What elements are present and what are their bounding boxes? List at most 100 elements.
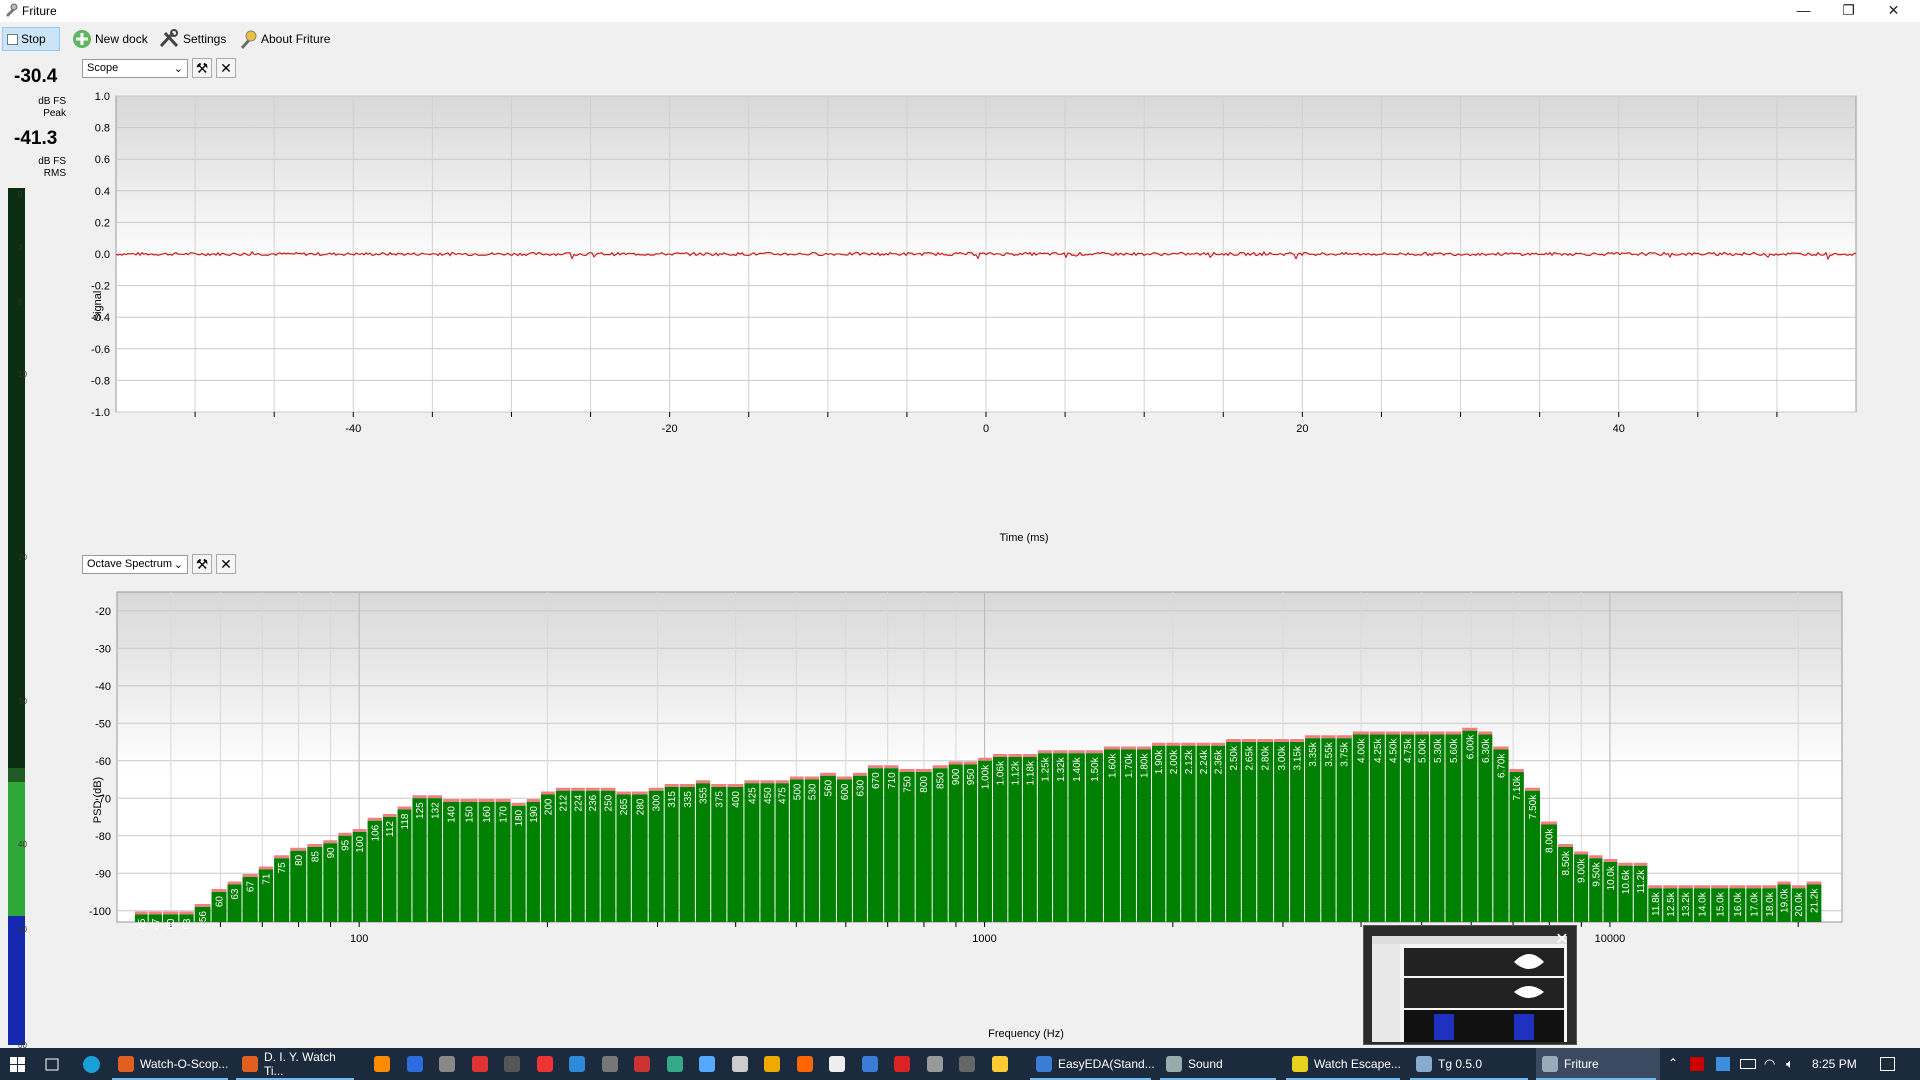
scope-y-axis-label: Signal [92,291,104,322]
pinned-app-icon[interactable] [536,1056,553,1072]
spectrum-peak-mark [992,754,1008,757]
battery-icon[interactable] [1740,1059,1756,1069]
pinned-app-icon[interactable] [991,1056,1008,1072]
taskbar-item[interactable]: D. I. Y. Watch Ti... [236,1048,358,1080]
spectrum-widget-select[interactable]: Octave Spectrum ⌄ [82,554,188,574]
pinned-app-icon[interactable] [601,1056,618,1072]
spectrum-peak-mark [1524,787,1541,791]
spectrum-peak-mark [1274,739,1290,742]
taskbar-item[interactable]: Sound [1160,1048,1280,1080]
dropbox-icon[interactable] [1716,1057,1730,1071]
close-icon: ✕ [220,555,232,572]
spectrum-peak-mark [600,787,616,791]
spectrum-bar-label: 50 [166,918,177,930]
preview-close-button[interactable]: ✕ [1550,928,1574,952]
spectrum-bar-label: 190 [529,806,540,823]
pinned-app-icon[interactable] [796,1056,813,1072]
spectrum-peak-mark [258,866,274,870]
tray-chevron-icon[interactable]: ⌃ [1668,1056,1678,1070]
scope-y-tick-label: 1.0 [95,91,110,103]
notifications-icon[interactable] [1880,1057,1895,1071]
pinned-app-icon[interactable] [406,1056,423,1072]
spectrum-bar-label: 5.60k [1449,738,1460,763]
volume-icon[interactable]: 🔈︎ [1786,1056,1794,1072]
taskbar-item[interactable]: Watch-O-Scop... [112,1048,232,1080]
spectrum-peak-mark [1791,885,1806,889]
pinned-app-icon[interactable] [699,1056,715,1072]
spectrum-peak-mark [1136,746,1152,750]
pinned-app-icon[interactable] [926,1056,943,1072]
spectrum-bar-label: 3.55k [1324,741,1335,766]
spectrum-peak-mark [460,799,478,802]
settings-button[interactable]: Settings [154,27,230,51]
spectrum-bar-label: 950 [966,768,977,785]
spectrum-bar-label: 355 [699,787,710,804]
taskbar-item-label: EasyEDA(Stand... [1058,1057,1155,1071]
spectrum-peak-mark [211,889,227,892]
spectrum-peak-mark [162,911,179,915]
spectrum-settings-button[interactable]: ⚒ [192,554,212,574]
pinned-app-icon[interactable] [471,1056,488,1072]
spectrum-bar-label: 900 [951,768,962,785]
spectrum-bar-label: 1.90k [1154,749,1165,774]
spectrum-peak-mark [631,791,648,795]
pinned-app-icon[interactable] [504,1056,520,1072]
spectrum-peak-mark [179,911,194,915]
about-button[interactable]: About Friture [234,27,334,51]
spectrum-bar-label: 106 [370,824,381,841]
taskbar-item[interactable]: Tg 0.5.0 [1410,1048,1532,1080]
meter-tick-label: 20 [18,553,27,563]
minimize-button[interactable]: — [1781,0,1826,22]
preview-image [1372,936,1567,1042]
taskbar-preview-thumbnail[interactable]: ✕ [1363,925,1577,1045]
taskbar-item[interactable]: Watch Escape... [1286,1048,1404,1080]
spectrum-peak-mark [1633,862,1648,866]
spectrum-bar-label: 224 [574,794,585,811]
new-dock-button[interactable]: New dock [68,27,152,51]
wifi-icon[interactable]: ◠ [1764,1056,1775,1072]
tray-app-icon[interactable] [1690,1057,1704,1071]
pinned-app-icon[interactable] [861,1056,878,1072]
spectrum-peak-mark [1120,746,1136,750]
spectrum-y-tick-label: -40 [95,681,111,693]
clock[interactable]: 8:25 PM [1812,1057,1857,1071]
spectrum-bar-label: 2.36k [1214,749,1225,774]
pinned-app-icon[interactable] [569,1056,585,1072]
pinned-app-icon[interactable] [959,1056,975,1072]
pinned-app-icon[interactable] [374,1056,390,1072]
pinned-app-icon[interactable] [829,1056,845,1072]
spectrum-bar-label: 450 [763,787,774,804]
taskbar-item-label: Sound [1188,1057,1223,1071]
pinned-app-icon[interactable] [666,1056,683,1072]
spectrum-close-button[interactable]: ✕ [216,554,236,574]
stop-button[interactable]: Stop [2,27,60,51]
rms-unit: dB FS [38,156,66,167]
pinned-app-icon[interactable] [894,1056,910,1072]
meter-tick-label: 0 [18,190,23,199]
edge-browser-icon[interactable] [83,1056,100,1073]
pinned-app-icon[interactable] [439,1056,455,1072]
close-button[interactable]: ✕ [1871,0,1916,22]
taskbar-item[interactable]: EasyEDA(Stand... [1030,1048,1155,1080]
meter-tick-label: 50 [18,925,27,934]
spectrum-bar-label: 3.15k [1293,745,1304,770]
windows-start-icon[interactable] [10,1057,25,1072]
taskbar-item[interactable]: Friture [1536,1048,1660,1080]
spectrum-bar-label: 75 [277,862,288,874]
pinned-app-icon[interactable] [764,1056,780,1072]
scope-close-button[interactable]: ✕ [216,58,236,78]
spectrum-bar-label: 19.0k [1780,888,1791,913]
scope-widget-select[interactable]: Scope ⌄ [82,58,188,78]
spectrum-peak-mark [727,784,744,787]
spectrum-bar-label: 750 [903,776,914,793]
taskbar: Watch-O-Scop... D. I. Y. Watch Ti... EasyE… [0,1048,1920,1080]
pinned-app-icon[interactable] [634,1056,650,1072]
restore-button[interactable]: ❐ [1826,0,1871,22]
spectrum-bar-label: 2.50k [1229,745,1240,770]
pinned-app-icon[interactable] [731,1056,748,1072]
scope-y-tick-label: -0.6 [91,344,110,356]
task-view-icon[interactable] [44,1057,60,1072]
scope-settings-button[interactable]: ⚒ [192,58,212,78]
spectrum-bar-label: 400 [731,791,742,808]
spectrum-bar-label: 300 [652,794,663,811]
